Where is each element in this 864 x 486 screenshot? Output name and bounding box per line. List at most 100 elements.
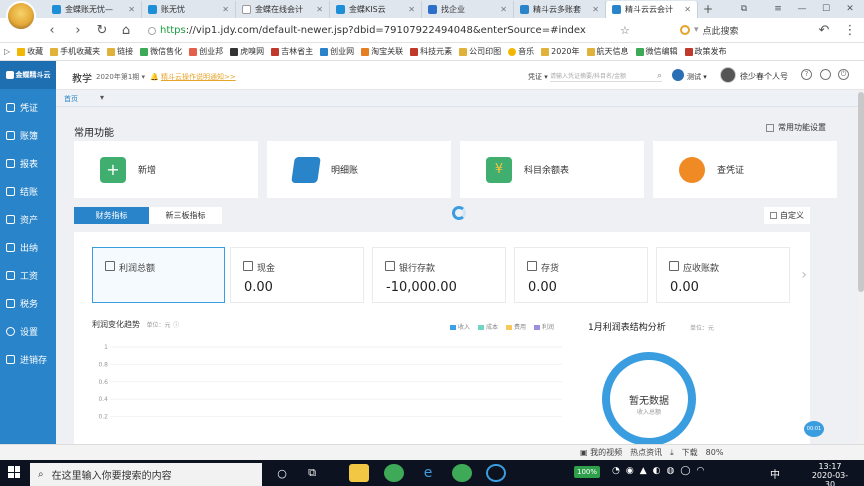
quick-action-balance-sheet[interactable]: ¥ 科目余额表 [460, 141, 644, 198]
sidebar-item-inventory[interactable]: 进销存 [0, 345, 56, 373]
browser-tab[interactable]: 金蝶账无忧— ✕ [46, 1, 142, 18]
tab-nto-indicators[interactable]: 新三板指标 [149, 207, 222, 224]
reload-icon[interactable]: ↻ [94, 22, 110, 38]
metric-card-bank[interactable]: 银行存款 -10,000.00 [372, 247, 506, 303]
close-icon[interactable]: ✕ [408, 5, 415, 14]
close-icon[interactable]: ✕ [500, 5, 507, 14]
cloud-icon[interactable]: ◯ [680, 466, 690, 476]
star-icon[interactable]: ☆ [620, 24, 630, 37]
browser-taskbar-icon[interactable] [384, 464, 404, 482]
sidebar-toggle-icon[interactable]: ▷ [4, 47, 10, 56]
browser-tab[interactable]: 找企业 ✕ [422, 1, 514, 18]
bookmark[interactable]: 收藏 [17, 46, 43, 57]
windows-start-icon[interactable] [8, 466, 20, 478]
legend-item[interactable]: 收入 [450, 322, 470, 331]
legend-item[interactable]: 费用 [506, 322, 526, 331]
sidebar-item-reports[interactable]: 报表 [0, 149, 56, 177]
bookmark[interactable]: 音乐 [508, 46, 534, 57]
chevron-right-icon[interactable]: › [798, 247, 810, 303]
scrollbar-thumb[interactable] [858, 92, 864, 292]
metric-card-cash[interactable]: 现金 0.00 [230, 247, 364, 303]
bookmark[interactable]: 2020年 [541, 46, 580, 57]
search-scope-dropdown[interactable]: 凭证 ▾ [528, 72, 548, 82]
notice-link[interactable]: 🔔 精斗云操作说明通知>> [150, 72, 236, 82]
sidebar-item-settings[interactable]: 设置 [0, 317, 56, 345]
browser-tab[interactable]: 金蝶在线会计 ✕ [236, 1, 330, 18]
quick-action-detail-ledger[interactable]: 明细账 [267, 141, 451, 198]
sidebar-item-ledger[interactable]: 账簿 [0, 121, 56, 149]
metric-card-profit[interactable]: 利润总额 [92, 247, 225, 303]
tab-financial-indicators[interactable]: 财务指标 [74, 207, 149, 224]
cortana-icon[interactable]: ○ [272, 464, 292, 482]
bookmark[interactable]: 创业邦 [189, 46, 223, 57]
legend-item[interactable]: 成本 [478, 322, 498, 331]
close-icon[interactable]: ✕ [128, 5, 135, 14]
task-view-icon[interactable]: ⧉ [302, 464, 322, 482]
taskbar-clock[interactable]: 13:17 2020-03-30 [808, 462, 852, 486]
tab-home[interactable]: 首页 [64, 94, 78, 104]
battery-indicator[interactable]: 100% [574, 466, 600, 478]
avatar[interactable] [720, 67, 736, 83]
sidebar-item-assets[interactable]: 资产 [0, 205, 56, 233]
download-icon[interactable]: ⤓ [670, 448, 674, 458]
edge-icon[interactable]: e [418, 464, 438, 482]
download-button[interactable]: 下载 [682, 447, 698, 458]
bookmark[interactable]: 公司印图 [459, 46, 501, 57]
window-close-icon[interactable]: ✕ [842, 2, 858, 15]
quick-action-new[interactable]: + 新增 [74, 141, 258, 198]
zoom-level[interactable]: 80% [706, 448, 724, 457]
bookmark[interactable]: 淘宝关联 [361, 46, 403, 57]
wifi-icon[interactable]: ◠ [696, 466, 704, 476]
bookmark[interactable]: 创业网 [320, 46, 354, 57]
bookmark[interactable]: 科技元素 [410, 46, 452, 57]
url-field[interactable]: https://vip1.jdy.com/default-newer.jsp?d… [160, 23, 600, 38]
period-selector[interactable]: 2020年第1期 ▾ [96, 72, 145, 82]
user-name[interactable]: 徐少春个人号 [740, 71, 788, 82]
account-name[interactable]: 教学 [72, 70, 92, 85]
legend-item[interactable]: 利润 [534, 322, 554, 331]
close-icon[interactable]: ✕ [316, 5, 323, 14]
sidebar-item-closing[interactable]: 结账 [0, 177, 56, 205]
bookmark[interactable]: 政策发布 [684, 46, 727, 57]
taskbar-search-input[interactable]: ⌕ 在这里输入你要搜索的内容 [30, 463, 262, 486]
close-icon[interactable]: ✕ [684, 5, 691, 14]
wechat-icon[interactable] [452, 464, 472, 482]
chevron-down-icon[interactable]: ▾ [100, 93, 104, 102]
menu-icon[interactable]: ≡ [770, 2, 786, 15]
volume-icon[interactable]: ◉ [626, 466, 634, 476]
bookmark[interactable]: 微信编辑 [635, 46, 678, 57]
sidebar-item-cashier[interactable]: 出纳 [0, 233, 56, 261]
role-selector[interactable]: 测试 ▾ [687, 72, 707, 82]
bookmark[interactable]: 微信售化 [140, 46, 182, 57]
undo-icon[interactable]: ↶ [816, 22, 832, 38]
bookmark[interactable]: 虎嗅网 [230, 46, 264, 57]
network-icon[interactable]: ◔ [612, 466, 620, 476]
bookmark[interactable]: 吉林省主 [271, 46, 313, 57]
browser-search-box[interactable]: ▾ 点此搜索 [680, 21, 798, 39]
back-icon[interactable]: ‹ [44, 22, 60, 38]
new-tab-button[interactable]: + [700, 2, 716, 16]
grid-icon[interactable]: ⋮ [842, 22, 858, 38]
info-icon[interactable]: ⓘ [173, 322, 179, 329]
help-bubble[interactable]: 00:01 [804, 421, 824, 437]
home-icon[interactable]: ⌂ [118, 22, 134, 38]
common-settings-button[interactable]: 常用功能设置 [766, 122, 826, 133]
forward-icon[interactable]: › [70, 22, 86, 38]
clock-app-icon[interactable] [486, 464, 506, 482]
metric-card-receivable[interactable]: 应收账款 0.00 [656, 247, 790, 303]
sidebar-item-tax[interactable]: 税务 [0, 289, 56, 317]
sidebar-item-payroll[interactable]: 工资 [0, 261, 56, 289]
metric-card-inventory[interactable]: 存货 0.00 [514, 247, 648, 303]
shield-icon[interactable]: ▲ [640, 466, 647, 476]
update-icon[interactable]: ◐ [653, 466, 661, 476]
close-icon[interactable]: ✕ [592, 5, 599, 14]
customize-button[interactable]: 自定义 [764, 207, 810, 224]
browser-tab[interactable]: 金蝶KIS云 ✕ [330, 1, 422, 18]
browser-tab[interactable]: 账无忧 ✕ [142, 1, 236, 18]
browser-user-avatar[interactable] [6, 1, 36, 31]
bookmark[interactable]: 航天信息 [586, 46, 629, 57]
video-button[interactable]: ▣ 我的视频 [580, 447, 622, 458]
settings-icon[interactable] [820, 69, 831, 80]
minimize-icon[interactable]: — [794, 2, 810, 15]
quick-action-search-voucher[interactable]: 查凭证 [653, 141, 837, 198]
